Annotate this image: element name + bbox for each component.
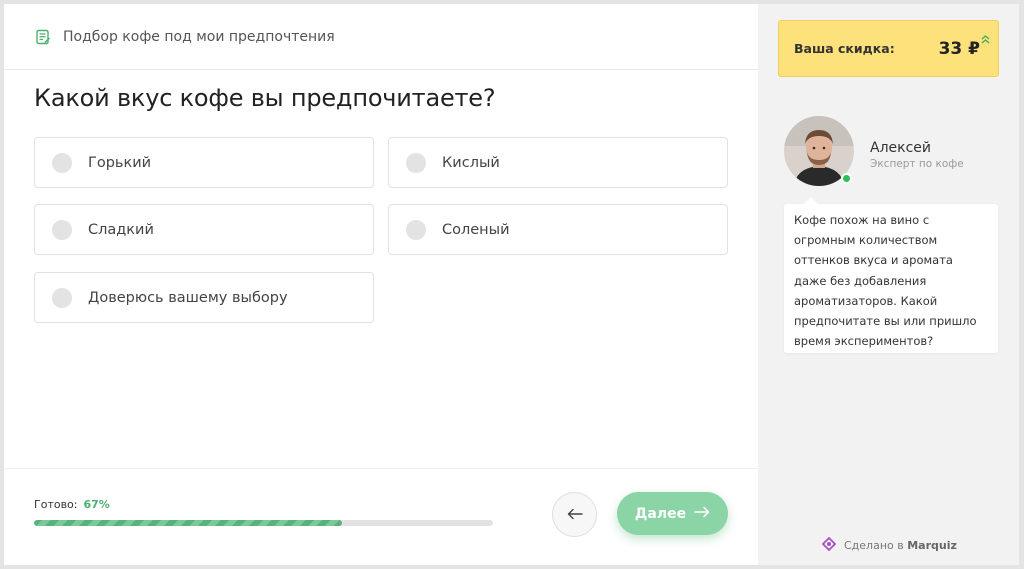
radio-button[interactable] [406,152,426,173]
quiz-window: Подбор кофе под мои предпочтения Какой в… [4,4,1019,565]
option-trust-choice[interactable]: Доверюсь вашему выбору [34,272,374,323]
message-line: Кофе похож на вино с [794,213,930,227]
option-salty[interactable]: Соленый [388,204,728,255]
document-edit-icon [35,29,51,45]
progress-text: Готово: 67% [34,498,110,511]
expert-message: Кофе похож на вино с огромным количество… [794,210,988,351]
quiz-footer: Готово: 67% Далее [4,468,758,565]
message-line: даже без добавления [794,273,927,288]
back-button[interactable] [552,492,597,537]
progress-bar [34,520,493,526]
next-button-label: Далее [634,505,687,522]
question-title: Какой вкус кофе вы предпочитаете? [34,84,496,112]
online-status-dot [841,173,852,184]
expert-sidebar: Ваша скидка: 33 ₽ Алексей Эксперт по коф… [758,4,1019,565]
option-label: Кислый [442,154,500,171]
option-label: Сладкий [88,221,154,238]
option-label: Доверюсь вашему выбору [88,289,288,306]
option-label: Соленый [442,221,510,238]
progress-fill [34,520,342,526]
message-line: огромным количеством [794,233,938,248]
message-line: ароматизаторов. Какой [794,293,938,308]
chevrons-up-icon [981,29,990,44]
expert-role: Эксперт по кофе [870,158,964,170]
quiz-header: Подбор кофе под мои предпочтения [4,4,758,70]
arrow-left-icon [567,505,583,524]
made-with-marquiz-link[interactable]: Сделано в Marquiz [821,536,957,554]
progress-label: Готово: [34,498,78,511]
next-button[interactable]: Далее [617,492,728,535]
option-sweet[interactable]: Сладкий [34,204,374,255]
message-line: время экспериментов? [794,334,934,349]
brand-name: Marquiz [907,539,957,552]
made-by-prefix: Сделано в [844,539,904,552]
option-label: Горький [88,154,152,171]
radio-button[interactable] [52,219,72,240]
expert-name: Алексей [870,140,932,156]
expert-avatar [784,116,854,186]
radio-button[interactable] [406,219,426,240]
radio-button[interactable] [52,287,72,308]
marquiz-logo-icon [821,536,837,554]
radio-button[interactable] [52,152,72,173]
message-line: оттенков вкуса и аромата [794,253,953,268]
expert-message-bubble: Кофе похож на вино с огромным количество… [784,197,998,353]
progress-percent: 67% [83,498,110,511]
message-line: предпочитате вы или пришло [794,314,977,329]
option-sour[interactable]: Кислый [388,137,728,188]
quiz-title: Подбор кофе под мои предпочтения [63,28,335,45]
option-bitter[interactable]: Горький [34,137,374,188]
discount-value: 33 ₽ [938,38,980,59]
discount-box: Ваша скидка: 33 ₽ [778,20,999,77]
arrow-right-icon [694,506,710,522]
discount-label: Ваша скидка: [794,41,895,56]
